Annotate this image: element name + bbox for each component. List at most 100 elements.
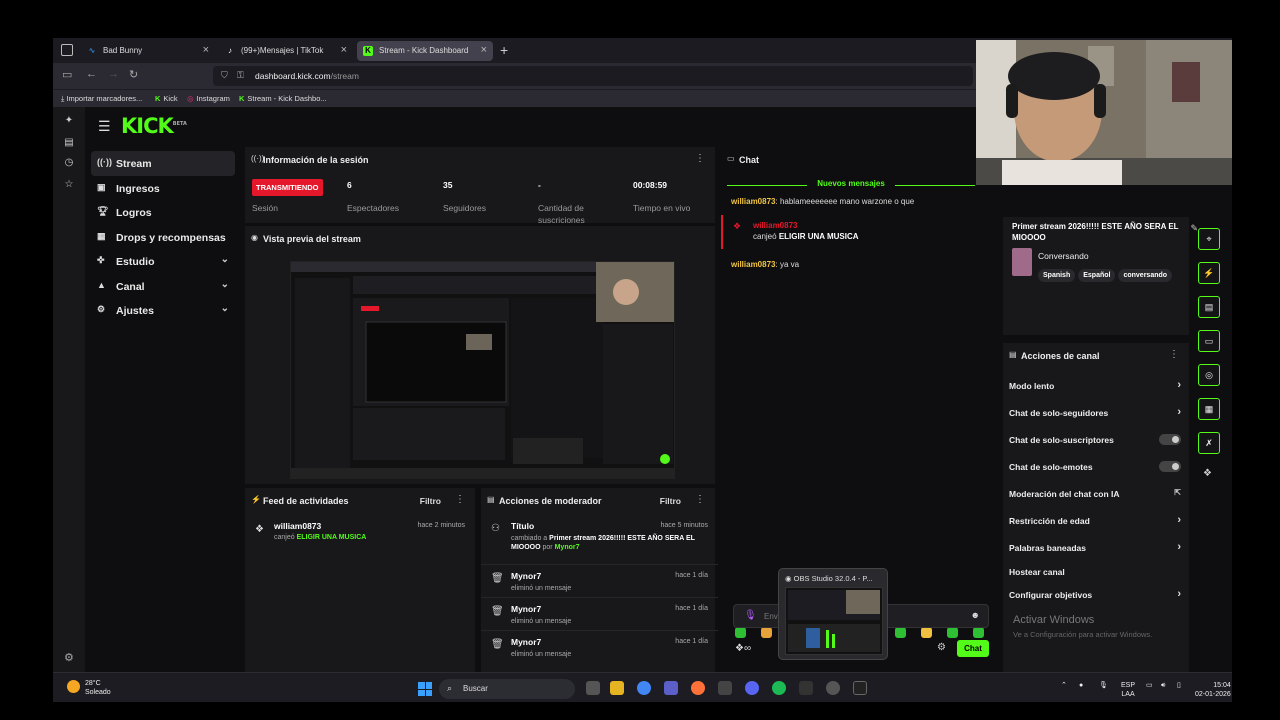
reload-icon[interactable]: ↻ (129, 68, 138, 81)
focus-icon[interactable]: ⌖ (1198, 228, 1220, 250)
system-clock[interactable]: 15:04 02-01-2026 (1195, 681, 1231, 699)
emote-icon[interactable] (895, 627, 906, 638)
new-messages-divider[interactable]: Nuevos mensajes (727, 179, 975, 191)
action-host-channel[interactable]: Hostear canal (1009, 567, 1181, 577)
windows-start-icon[interactable] (418, 682, 432, 696)
shield-icon[interactable]: ⛉ (221, 70, 228, 81)
followers-label: Seguidores (443, 203, 487, 213)
activity-filter-button[interactable]: Filtro (420, 496, 441, 506)
taskbar-search[interactable]: ⌕ Buscar (439, 679, 575, 699)
emote-icon[interactable] (973, 627, 984, 638)
moderator-filter-button[interactable]: Filtro (660, 496, 681, 506)
tab-overview-icon[interactable] (61, 44, 73, 56)
emote-icon[interactable] (761, 627, 772, 638)
close-tab-icon[interactable]: × (203, 44, 209, 56)
edit-icon[interactable]: ✎ (1190, 223, 1198, 234)
weather-widget[interactable]: 28°C Soleado (67, 679, 111, 697)
tab-tiktok[interactable]: ♪ (99+)Mensajes | TikTok × (219, 41, 353, 61)
action-banned-words[interactable]: Palabras baneadas › (1009, 541, 1181, 553)
nav-estudio[interactable]: ✜ Estudio ⌄ (91, 249, 235, 274)
tab-bad-bunny[interactable]: ∿ Bad Bunny × (81, 41, 215, 61)
action-age-restriction[interactable]: Restricción de edad › (1009, 514, 1181, 526)
more-options-icon[interactable]: ⋮ (455, 494, 465, 505)
firefox-icon[interactable] (691, 681, 705, 695)
action-slow-mode[interactable]: Modo lento › (1009, 379, 1181, 391)
menu-icon[interactable]: ☰ (98, 118, 111, 135)
emote-icon[interactable] (947, 627, 958, 638)
emotes-only-toggle[interactable] (1159, 461, 1181, 472)
close-tab-icon[interactable]: × (341, 44, 347, 56)
tag-chip[interactable]: Español (1078, 269, 1116, 282)
network-icon[interactable]: ▭ (1146, 681, 1153, 690)
app-icon[interactable] (718, 681, 732, 695)
emote-icon[interactable] (735, 627, 746, 638)
nav-canal[interactable]: ▲ Canal ⌄ (91, 274, 235, 299)
more-options-icon[interactable]: ⋮ (695, 153, 705, 164)
points-icon[interactable]: ❖∞ (735, 643, 751, 654)
activity-user[interactable]: william0873 (274, 521, 321, 531)
kick-logo[interactable]: KICKBETA (121, 114, 187, 138)
more-options-icon[interactable]: ⋮ (695, 494, 705, 505)
chrome-icon[interactable] (637, 681, 651, 695)
obs-taskbar-preview[interactable]: ◉ OBS Studio 32.0.4 - P... (778, 568, 888, 660)
action-goals[interactable]: Configurar objetivos › (1009, 588, 1181, 600)
emoji-icon[interactable]: ☻ (971, 610, 980, 620)
bookmark-kick[interactable]: K Kick (155, 94, 178, 103)
new-tab-button[interactable]: + (500, 42, 508, 58)
task-view-icon[interactable] (586, 681, 600, 695)
app-icon[interactable] (799, 681, 813, 695)
tray-app-icon[interactable]: ● (1079, 681, 1083, 690)
history-icon[interactable]: ◷ (62, 157, 76, 171)
stream-preview-video[interactable] (290, 261, 675, 479)
tag-chip[interactable]: conversando (1118, 269, 1173, 282)
tag-chip[interactable]: Spanish (1038, 269, 1076, 282)
discord-icon[interactable] (745, 681, 759, 695)
more-options-icon[interactable]: ⋮ (1169, 349, 1179, 360)
tab-kick-dashboard[interactable]: K Stream - Kick Dashboard × (357, 41, 493, 61)
trash-icon: 🗑︎ (491, 606, 504, 617)
emote-icon[interactable] (921, 627, 932, 638)
category-name[interactable]: Conversando (1038, 251, 1089, 261)
bookmark-import[interactable]: ⤓ Importar marcadores... (61, 94, 142, 104)
sparkle-icon[interactable]: ✦ (62, 115, 76, 129)
star-icon[interactable]: ☆ (62, 179, 76, 193)
sidebar-toggle-icon[interactable]: ▭ (62, 68, 72, 81)
layout-icon[interactable]: ▦ (1198, 398, 1220, 420)
lightning-icon[interactable]: ⚡ (1198, 262, 1220, 284)
wrench-icon[interactable]: ✗ (1198, 432, 1220, 454)
broadcast-icon[interactable]: ◎ (1198, 364, 1220, 386)
action-ai-moderation[interactable]: Moderación del chat con IA ⇱ (1009, 488, 1181, 499)
app-icon[interactable] (853, 681, 867, 695)
volume-icon[interactable]: 🔊︎ (1161, 681, 1165, 690)
tray-mic-icon[interactable]: 🎙︎ (1099, 681, 1108, 690)
library-icon[interactable]: ▤ (62, 137, 76, 151)
file-explorer-icon[interactable] (610, 681, 624, 695)
send-chat-button[interactable]: Chat (957, 640, 989, 657)
settings-gear-icon[interactable]: ⚙ (64, 651, 74, 664)
battery-icon[interactable]: ▯ (1177, 681, 1181, 690)
chat-icon[interactable]: ▭ (1198, 330, 1220, 352)
reward-icon[interactable]: ❖ (1203, 468, 1212, 479)
language-indicator[interactable]: ESP LAA (1121, 681, 1135, 699)
teams-icon[interactable] (664, 681, 678, 695)
back-icon[interactable]: ← (86, 68, 97, 80)
nav-logros[interactable]: 🏆︎ Logros (91, 200, 235, 225)
bookmark-kick-stream[interactable]: K Stream - Kick Dashbo... (239, 94, 327, 103)
nav-stream[interactable]: ((·)) Stream (91, 151, 235, 176)
nav-ingresos[interactable]: ▣ Ingresos (91, 176, 235, 201)
forward-icon[interactable]: → (108, 68, 119, 80)
nav-drops[interactable]: ▦ Drops y recompensas (91, 225, 235, 250)
bookmark-instagram[interactable]: ◎ Instagram (187, 94, 230, 103)
action-followers-only[interactable]: Chat de solo-seguidores › (1009, 406, 1181, 418)
obs-icon[interactable] (826, 681, 840, 695)
close-tab-icon[interactable]: × (481, 44, 487, 56)
subs-only-toggle[interactable] (1159, 434, 1181, 445)
microphone-icon[interactable]: 🎙︎ (744, 610, 757, 621)
tray-chevron-icon[interactable]: ⌃ (1061, 681, 1067, 690)
address-bar[interactable]: ⛉ ⚿ dashboard.kick.com/stream (213, 66, 973, 86)
spotify-icon[interactable] (772, 681, 786, 695)
chat-settings-icon[interactable]: ⚙ (937, 642, 946, 653)
lock-icon[interactable]: ⚿ (237, 70, 244, 81)
nav-ajustes[interactable]: ⚙ Ajustes ⌄ (91, 298, 235, 323)
document-icon[interactable]: ▤ (1198, 296, 1220, 318)
